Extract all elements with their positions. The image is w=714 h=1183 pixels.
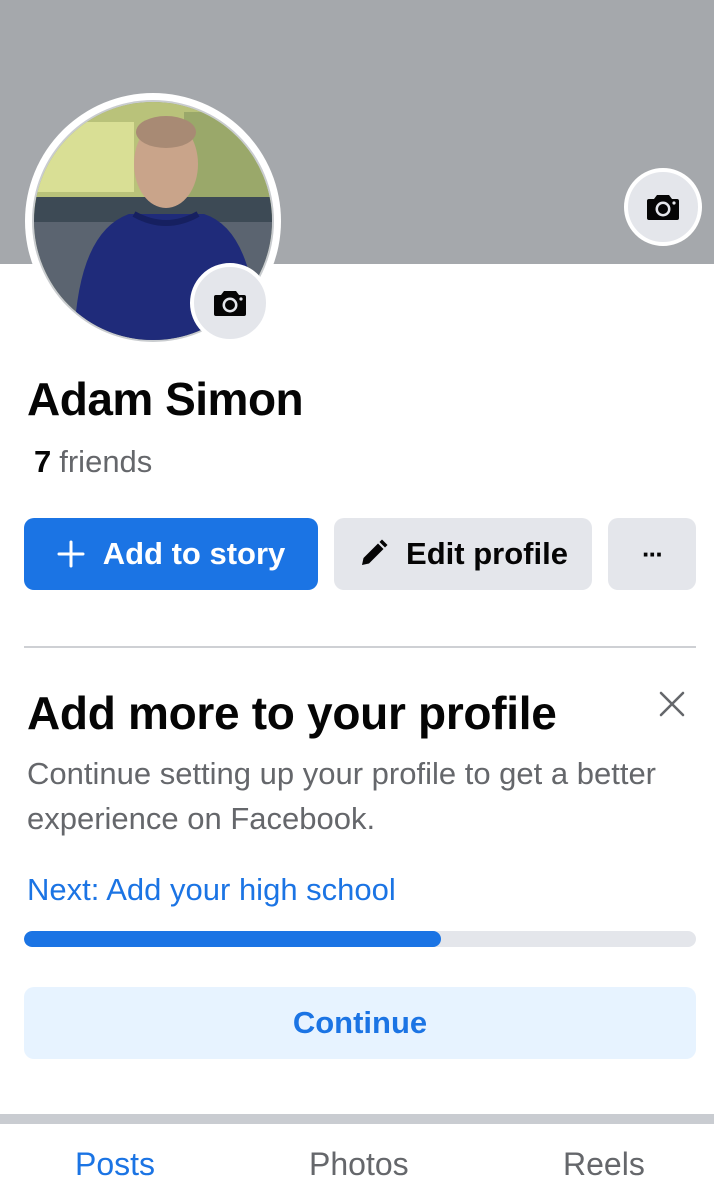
tab-photos[interactable]: Photos <box>309 1146 409 1183</box>
camera-icon <box>214 291 246 316</box>
camera-icon <box>647 195 679 220</box>
friends-label: friends <box>59 444 153 479</box>
more-icon: ··· <box>642 538 664 569</box>
continue-button[interactable]: Continue <box>24 987 696 1059</box>
tab-posts[interactable]: Posts <box>75 1146 155 1183</box>
edit-profile-picture-button[interactable] <box>190 263 270 343</box>
add-to-story-button[interactable]: Add to story <box>24 518 318 590</box>
next-step-link[interactable]: Next: Add your high school <box>27 872 396 908</box>
edit-profile-button[interactable]: Edit profile <box>334 518 592 590</box>
pencil-icon <box>362 539 388 565</box>
add-to-story-label: Add to story <box>102 536 286 571</box>
friends-count-number: 7 <box>34 444 52 479</box>
section-separator <box>0 1114 714 1124</box>
more-options-button[interactable]: ··· <box>608 518 696 590</box>
profile-progress-bar <box>24 931 696 947</box>
friends-count[interactable]: 7 friends <box>34 444 152 480</box>
continue-label: Continue <box>292 1005 428 1040</box>
divider <box>24 646 696 648</box>
card-description: Continue setting up your profile to get … <box>27 756 657 836</box>
profile-name: Adam Simon <box>27 373 304 425</box>
close-card-button[interactable] <box>652 684 692 724</box>
card-title: Add more to your profile <box>27 687 557 739</box>
plus-icon <box>57 540 85 568</box>
close-icon <box>659 691 685 717</box>
tab-reels[interactable]: Reels <box>563 1146 645 1183</box>
edit-cover-photo-button[interactable] <box>624 168 702 246</box>
edit-profile-label: Edit profile <box>406 536 568 571</box>
profile-progress-fill <box>24 931 441 947</box>
